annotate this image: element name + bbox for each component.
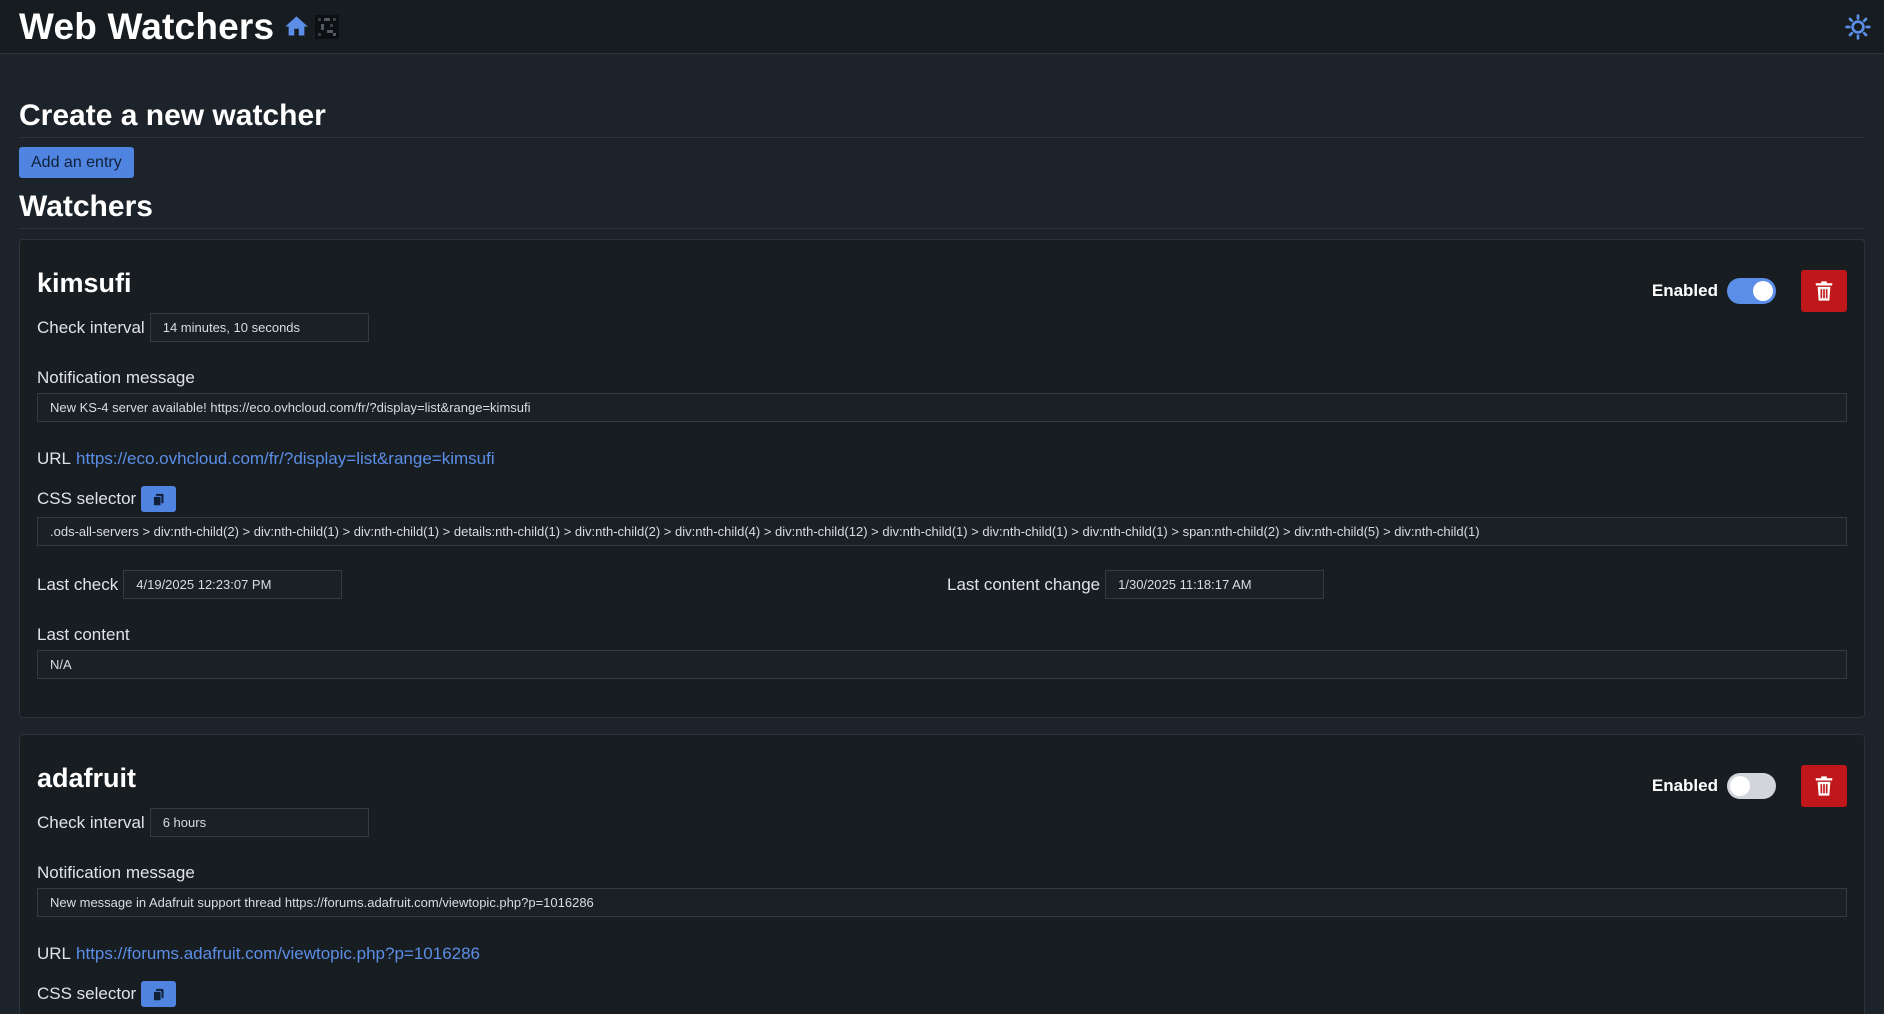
check-interval-input[interactable]: 6 hours — [149, 808, 369, 837]
url-link[interactable]: https://forums.adafruit.com/viewtopic.ph… — [76, 944, 480, 964]
home-icon[interactable] — [283, 13, 310, 40]
notification-message-label: Notification message — [37, 368, 195, 387]
enabled-label: Enabled — [1651, 281, 1718, 300]
theme-toggle-icon[interactable] — [1845, 14, 1871, 40]
notification-message-input[interactable]: New KS-4 server available! https://eco.o… — [37, 393, 1847, 422]
last-content-input: N/A — [37, 650, 1847, 679]
notification-message-label: Notification message — [37, 863, 195, 882]
toggle-knob — [1753, 281, 1773, 301]
check-interval-label: Check interval — [37, 812, 145, 832]
last-check-row: Last check 4/19/2025 12:23:07 PM Last co… — [37, 570, 1847, 599]
toggle-knob — [1730, 776, 1750, 796]
enabled-label: Enabled — [1651, 776, 1718, 795]
app-title: Web Watchers — [19, 5, 275, 47]
copy-icon — [153, 493, 164, 506]
copy-icon — [153, 988, 164, 1001]
url-row: URL https://eco.ovhcloud.com/fr/?display… — [37, 449, 1847, 469]
delete-button[interactable] — [1801, 765, 1847, 807]
css-selector-block: CSS selector — [37, 981, 1847, 1007]
check-interval-row: Check interval 14 minutes, 10 seconds — [37, 313, 1847, 342]
top-bar: Web Watchers — [0, 0, 1884, 54]
delete-button[interactable] — [1801, 270, 1847, 312]
last-content-change-label: Last content change — [947, 574, 1101, 594]
watcher-card-adafruit: adafruit Enabled Check interval 6 hours … — [19, 734, 1865, 1014]
last-content-block: Last content N/A — [37, 625, 1847, 679]
watchers-title: Watchers — [19, 190, 1865, 229]
watcher-actions: Enabled — [1652, 270, 1847, 312]
check-interval-input[interactable]: 14 minutes, 10 seconds — [149, 313, 369, 342]
notification-message-block: Notification message New message in Adaf… — [37, 863, 1847, 917]
last-content-change-input: 1/30/2025 11:18:17 AM — [1105, 570, 1325, 599]
css-selector-input[interactable]: .ods-all-servers > div:nth-child(2) > di… — [37, 517, 1847, 546]
trash-icon — [1815, 776, 1833, 796]
css-selector-block: CSS selector .ods-all-servers > div:nth-… — [37, 486, 1847, 546]
enabled-toggle[interactable] — [1727, 278, 1776, 304]
url-row: URL https://forums.adafruit.com/viewtopi… — [37, 944, 1847, 964]
css-selector-label: CSS selector — [37, 984, 137, 1003]
notification-message-block: Notification message New KS-4 server ava… — [37, 368, 1847, 422]
watcher-name: adafruit — [37, 763, 137, 793]
create-watcher-title: Create a new watcher — [19, 99, 1865, 138]
check-interval-row: Check interval 6 hours — [37, 808, 1847, 837]
copy-selector-button[interactable] — [141, 981, 177, 1007]
last-check-label: Last check — [37, 574, 119, 594]
watcher-name: kimsufi — [37, 268, 132, 298]
trash-icon — [1815, 281, 1833, 301]
enabled-toggle[interactable] — [1727, 773, 1776, 799]
watcher-actions: Enabled — [1652, 765, 1847, 807]
css-selector-label: CSS selector — [37, 489, 137, 508]
copy-selector-button[interactable] — [141, 486, 177, 512]
url-link[interactable]: https://eco.ovhcloud.com/fr/?display=lis… — [76, 449, 495, 469]
url-label: URL — [37, 944, 72, 963]
pixel-logo-icon — [315, 14, 340, 39]
url-label: URL — [37, 449, 72, 468]
last-content-label: Last content — [37, 625, 130, 644]
last-check-input: 4/19/2025 12:23:07 PM — [123, 570, 343, 599]
watcher-card-kimsufi: kimsufi Enabled Check interval 14 minute… — [19, 239, 1865, 718]
notification-message-input[interactable]: New message in Adafruit support thread h… — [37, 888, 1847, 917]
check-interval-label: Check interval — [37, 317, 145, 337]
main-content: Create a new watcher Add an entry Watche… — [0, 99, 1884, 1014]
add-entry-button[interactable]: Add an entry — [19, 147, 134, 178]
